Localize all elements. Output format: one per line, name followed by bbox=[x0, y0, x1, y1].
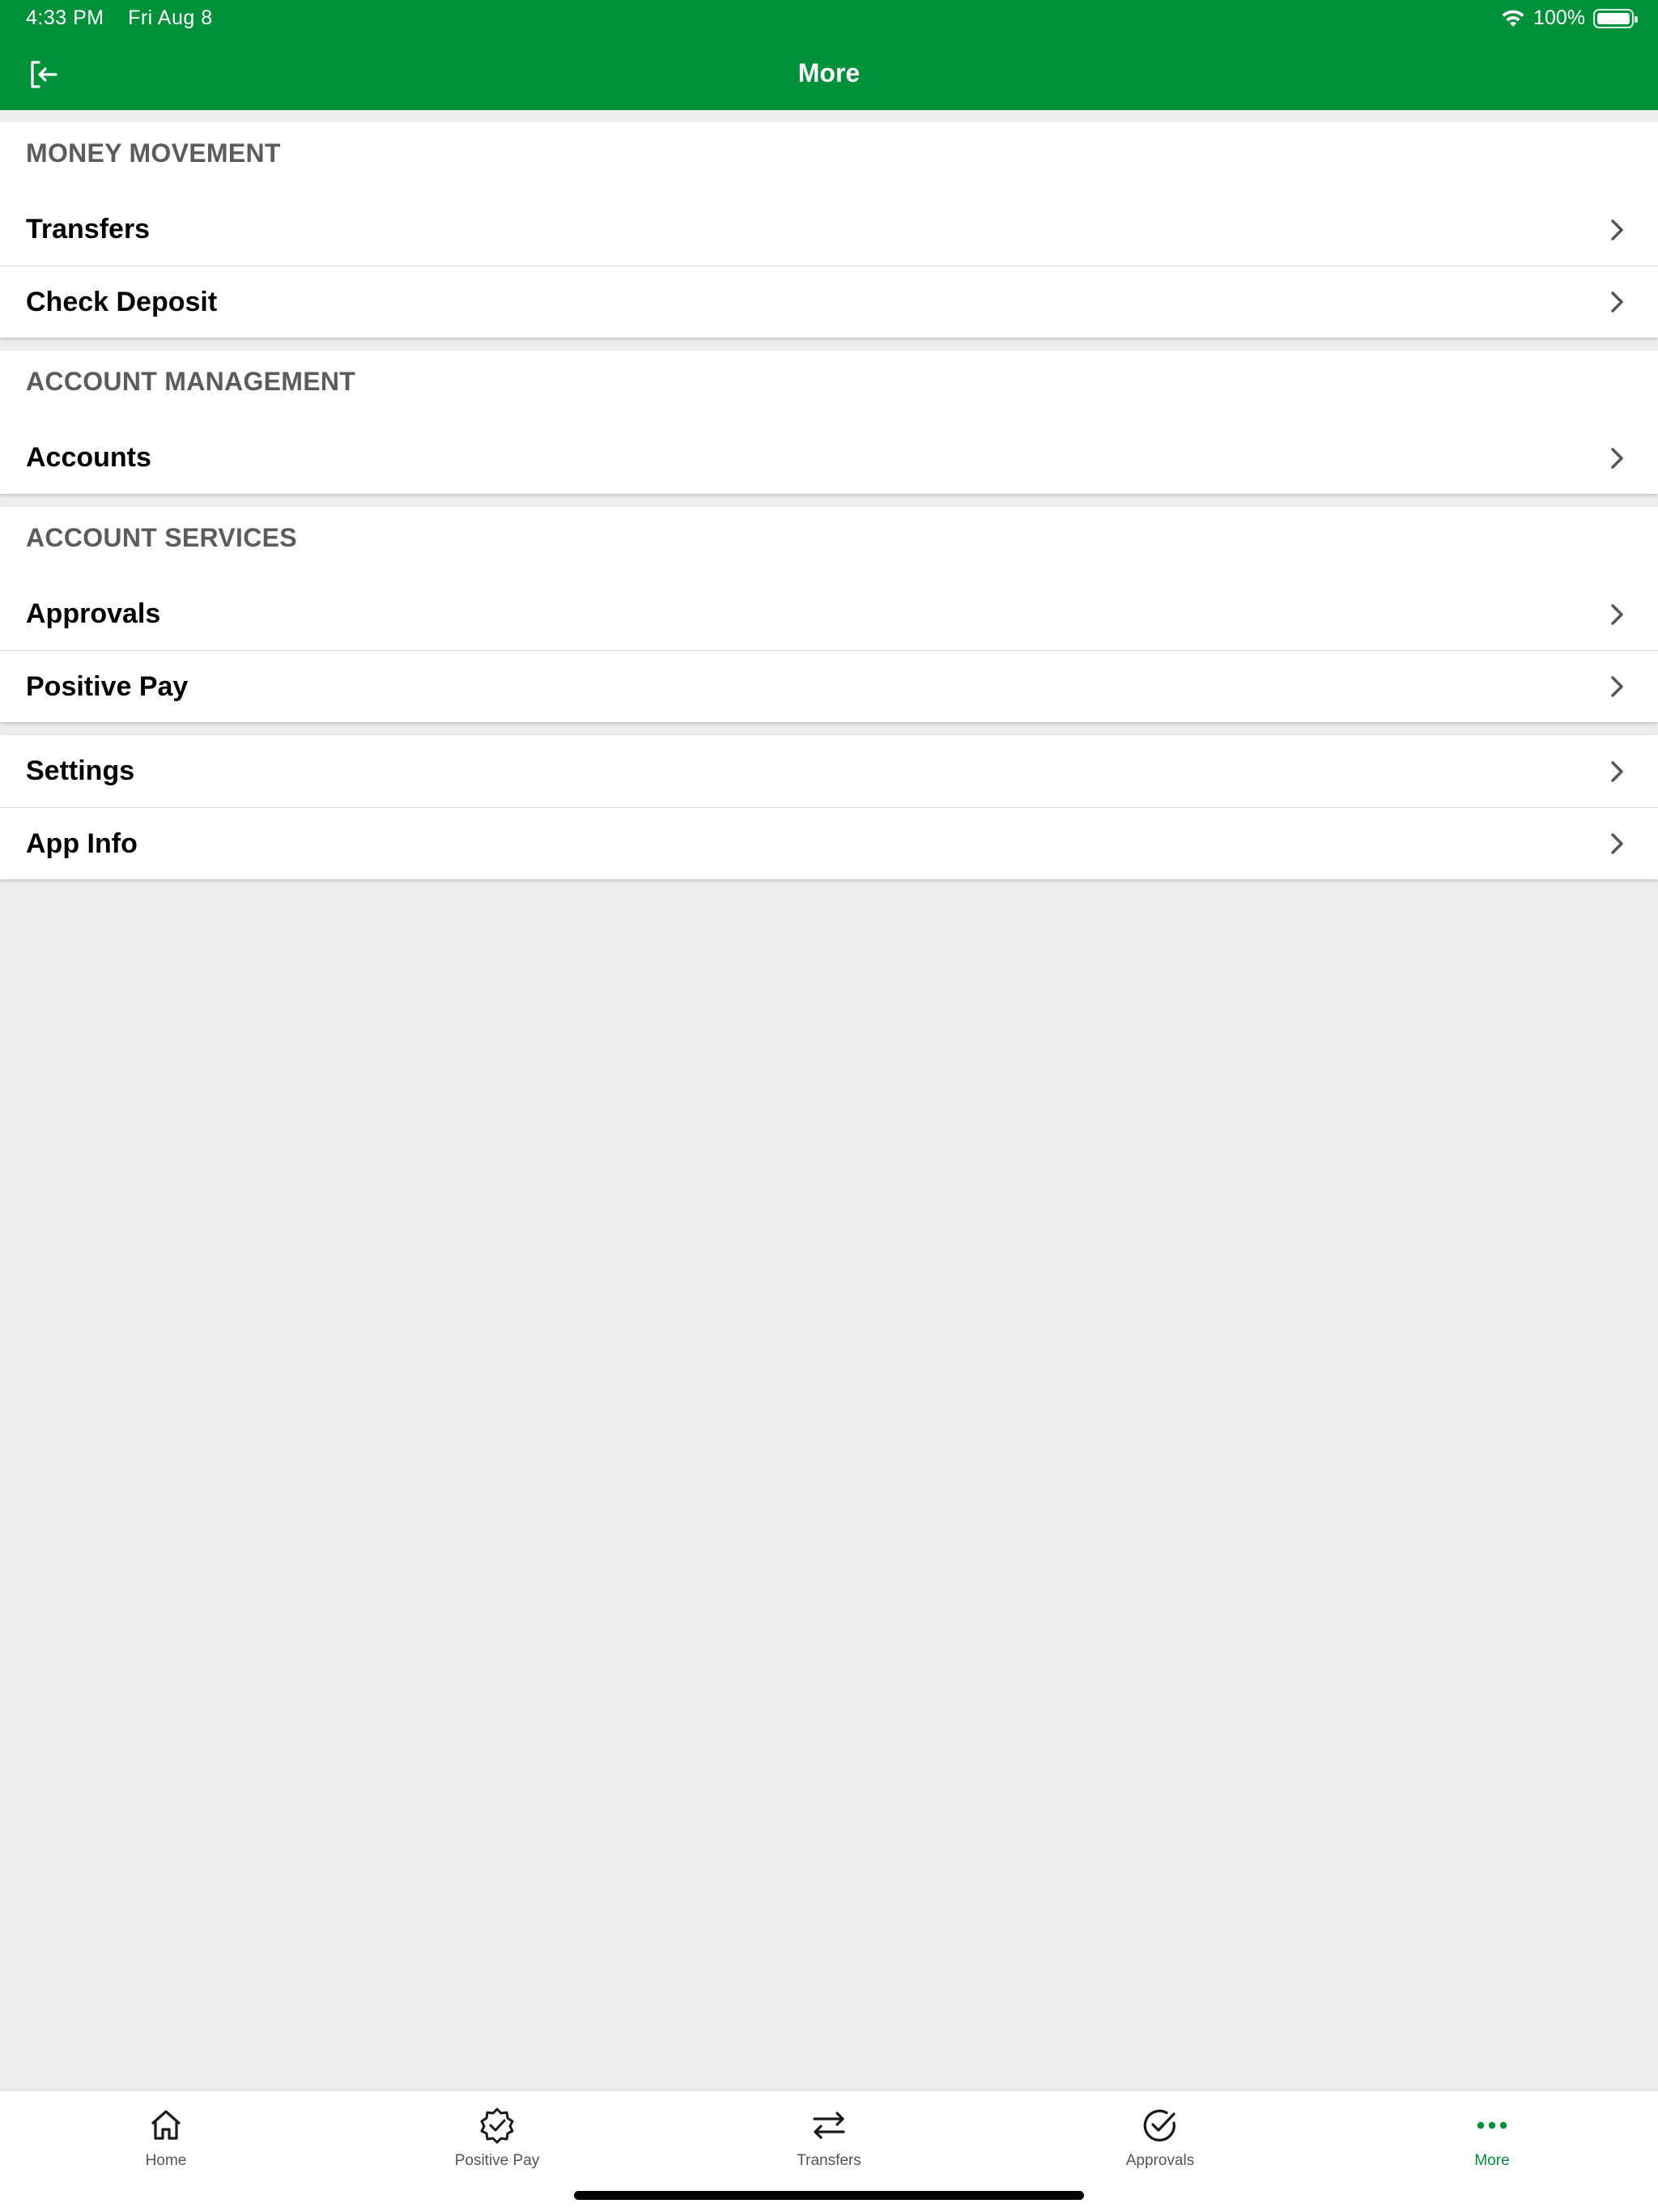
badge-check-icon bbox=[480, 2108, 514, 2144]
tab-label: Transfers bbox=[797, 2152, 861, 2169]
chevron-right-icon bbox=[1611, 603, 1623, 625]
section-header: ACCOUNT MANAGEMENT bbox=[26, 367, 356, 396]
home-icon bbox=[151, 2110, 181, 2140]
page-title: More bbox=[797, 58, 861, 87]
menu-item-label: Settings bbox=[26, 755, 135, 786]
menu-item-positive-pay[interactable]: Positive Pay bbox=[0, 650, 1658, 722]
menu-item-transfers[interactable]: Transfers bbox=[0, 194, 1658, 266]
more-dots-icon bbox=[1477, 2121, 1507, 2129]
menu-item-settings[interactable]: Settings bbox=[0, 735, 1658, 807]
tab-approvals[interactable]: Approvals bbox=[1079, 2107, 1241, 2170]
menu-item-app-info[interactable]: App Info bbox=[0, 807, 1658, 879]
chevron-right-icon bbox=[1611, 833, 1623, 854]
swap-arrows-icon bbox=[813, 2112, 845, 2139]
tab-more[interactable]: More bbox=[1411, 2107, 1573, 2170]
section-account-management: ACCOUNT MANAGEMENT Accounts bbox=[0, 351, 1658, 494]
section-money-movement: MONEY MOVEMENT Transfers Check Deposit bbox=[0, 122, 1658, 338]
section-header: ACCOUNT SERVICES bbox=[26, 523, 297, 552]
tab-transfers[interactable]: Transfers bbox=[748, 2107, 910, 2170]
chevron-right-icon bbox=[1611, 291, 1623, 313]
circle-check-icon bbox=[1143, 2109, 1175, 2142]
chevron-right-icon bbox=[1611, 676, 1623, 697]
tab-home[interactable]: Home bbox=[85, 2107, 247, 2170]
menu-item-label: Transfers bbox=[26, 214, 151, 245]
home-indicator[interactable] bbox=[574, 2191, 1084, 2200]
status-bar-left: 4:33 PM Fri Aug 8 bbox=[26, 6, 213, 30]
section-header: MONEY MOVEMENT bbox=[26, 138, 281, 168]
tab-label: More bbox=[1474, 2152, 1510, 2169]
section-misc: Settings App Info bbox=[0, 735, 1658, 879]
status-date: Fri Aug 8 bbox=[128, 6, 213, 29]
tab-label: Positive Pay bbox=[454, 2152, 540, 2169]
section-account-services: ACCOUNT SERVICES Approvals Positive Pay bbox=[0, 507, 1658, 722]
wifi-icon bbox=[1502, 10, 1524, 27]
chevron-right-icon bbox=[1611, 447, 1623, 469]
menu-item-label: Positive Pay bbox=[26, 670, 189, 702]
menu-item-accounts[interactable]: Accounts bbox=[0, 422, 1658, 494]
tab-positive-pay[interactable]: Positive Pay bbox=[416, 2107, 578, 2170]
battery-icon bbox=[1593, 8, 1638, 28]
menu-item-approvals[interactable]: Approvals bbox=[0, 578, 1658, 650]
status-bar-right: 100% bbox=[1501, 6, 1638, 30]
chevron-right-icon bbox=[1611, 219, 1623, 240]
menu-item-label: App Info bbox=[26, 827, 138, 859]
chevron-right-icon bbox=[1611, 760, 1623, 782]
tab-label: Home bbox=[145, 2152, 187, 2169]
tab-label: Approvals bbox=[1125, 2152, 1195, 2169]
status-time: 4:33 PM bbox=[26, 6, 104, 29]
battery-percent: 100% bbox=[1533, 6, 1585, 29]
menu-item-check-deposit[interactable]: Check Deposit bbox=[0, 266, 1658, 338]
menu-item-label: Check Deposit bbox=[26, 286, 218, 317]
menu-item-label: Approvals bbox=[26, 598, 161, 629]
app-header: 4:33 PM Fri Aug 8 100% More bbox=[0, 0, 1658, 110]
more-screen: 4:33 PM Fri Aug 8 100% More MONEY MOVEME bbox=[0, 0, 1658, 2212]
menu-item-label: Accounts bbox=[26, 442, 151, 473]
